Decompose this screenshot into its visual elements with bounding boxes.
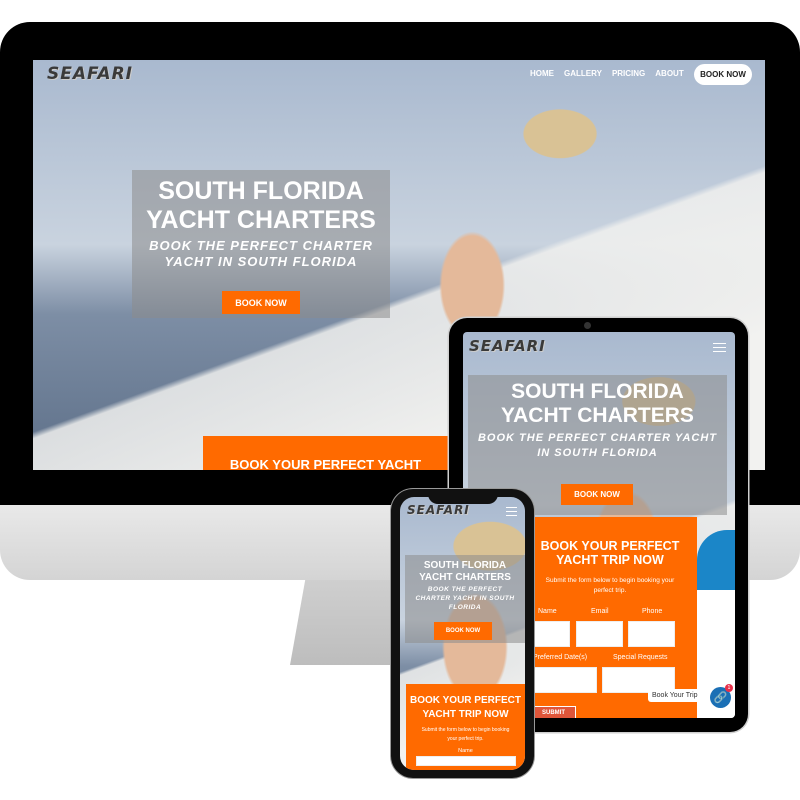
dates-label: Preferred Date(s) bbox=[533, 654, 588, 661]
hamburger-menu-icon[interactable] bbox=[713, 343, 726, 352]
hero-title-line1: SOUTH FLORIDA bbox=[158, 177, 364, 205]
booking-title: BOOK YOUR PERFECT YACHT bbox=[229, 457, 422, 470]
name-label: Name bbox=[538, 608, 557, 615]
hero-subtitle-line2: IN SOUTH FLORIDA bbox=[537, 447, 658, 460]
link-icon: 🔗 bbox=[713, 691, 728, 704]
requests-label: Special Requests bbox=[613, 654, 668, 661]
nav-book-now-button[interactable]: BOOK NOW bbox=[694, 64, 752, 85]
tablet-camera bbox=[584, 322, 591, 329]
hero-subtitle-line1: BOOK THE PERFECT CHARTER YACHT bbox=[477, 432, 717, 445]
form-intro-line2: your perfect trip. bbox=[447, 735, 484, 742]
hero-book-now-button[interactable]: BOOK NOW bbox=[561, 484, 633, 505]
name-label: Name bbox=[458, 748, 473, 754]
chat-label[interactable]: Book Your Trip bbox=[648, 689, 702, 702]
phone-screen: SEAFARI SOUTH FLORIDA YACHT CHARTERS BOO… bbox=[400, 497, 525, 770]
hero-subtitle-line2: CHARTER YACHT IN SOUTH bbox=[415, 595, 515, 603]
phone-input[interactable] bbox=[628, 621, 675, 647]
logo[interactable]: SEAFARI bbox=[407, 503, 470, 517]
blue-wave bbox=[697, 530, 735, 590]
nav-home[interactable]: HOME bbox=[530, 69, 554, 78]
nav-gallery[interactable]: GALLERY bbox=[564, 69, 602, 78]
submit-button[interactable]: SUBMIT bbox=[531, 706, 576, 718]
email-label: Email bbox=[591, 608, 609, 615]
booking-form: BOOK YOUR PERFECT YACHT TRIP NOW Submit … bbox=[406, 684, 525, 770]
form-title-line1: BOOK YOUR PERFECT bbox=[540, 539, 680, 553]
phone-label: Phone bbox=[642, 608, 663, 615]
hamburger-menu-icon[interactable] bbox=[506, 507, 517, 516]
form-title-line2: YACHT TRIP NOW bbox=[422, 708, 509, 720]
hero-subtitle-line3: FLORIDA bbox=[448, 604, 482, 612]
phone-notch bbox=[428, 489, 498, 504]
main-nav: HOME GALLERY PRICING ABOUT bbox=[530, 69, 684, 78]
hero-box: SOUTH FLORIDA YACHT CHARTERS BOOK THE PE… bbox=[132, 170, 390, 318]
hero-title-line2: YACHT CHARTERS bbox=[501, 404, 694, 428]
logo[interactable]: SEAFARI bbox=[47, 64, 133, 84]
email-input[interactable] bbox=[576, 621, 623, 647]
form-intro-line1: Submit the form below to begin booking bbox=[421, 727, 510, 733]
hero-book-now-button[interactable]: BOOK NOW bbox=[222, 291, 300, 314]
hero-book-now-button[interactable]: BOOK NOW bbox=[434, 622, 492, 640]
form-title-line1: BOOK YOUR PERFECT bbox=[410, 695, 521, 706]
nav-pricing[interactable]: PRICING bbox=[612, 69, 645, 78]
form-title-line2: YACHT TRIP NOW bbox=[556, 553, 664, 568]
nav-about[interactable]: ABOUT bbox=[655, 69, 683, 78]
name-input[interactable] bbox=[415, 756, 516, 766]
booking-section: BOOK YOUR PERFECT YACHT bbox=[203, 436, 448, 470]
form-intro-line2: perfect trip. bbox=[593, 586, 627, 594]
dates-input[interactable] bbox=[523, 667, 597, 693]
hero-title-line1: SOUTH FLORIDA bbox=[423, 560, 507, 571]
hero-title-line2: YACHT CHARTERS bbox=[419, 571, 511, 583]
hero-title-line1: SOUTH FLORIDA bbox=[511, 380, 684, 403]
chat-badge: 1 bbox=[725, 684, 733, 692]
hero-subtitle-line1: BOOK THE PERFECT CHARTER bbox=[149, 237, 373, 253]
hero-title-line2: YACHT CHARTERS bbox=[146, 205, 376, 234]
logo[interactable]: SEAFARI bbox=[469, 337, 546, 355]
hero-subtitle-line2: YACHT IN SOUTH FLORIDA bbox=[164, 254, 358, 270]
hero-subtitle-line1: BOOK THE PERFECT bbox=[427, 586, 503, 593]
form-intro-line1: Submit the form below to begin booking y… bbox=[545, 576, 675, 584]
